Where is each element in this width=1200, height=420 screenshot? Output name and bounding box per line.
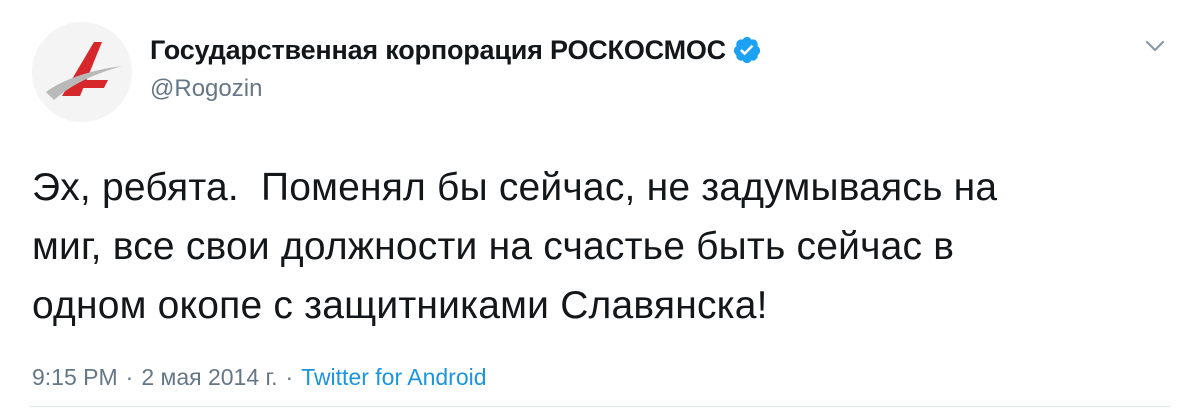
meta-separator: · (285, 364, 294, 390)
tweet-text: Эх, ребята. Поменял бы сейчас, не задумы… (32, 166, 998, 327)
roscosmos-logo-icon (32, 22, 132, 122)
chevron-down-icon[interactable] (1140, 34, 1170, 58)
tweet-time[interactable]: 9:15 PM (32, 364, 118, 390)
meta-separator: · (125, 364, 134, 390)
tweet-header: Государственная корпорация РОСКОСМОС @Ro… (150, 30, 1110, 106)
tweet-date[interactable]: 2 мая 2014 г. (141, 364, 277, 390)
verified-badge-icon (733, 36, 761, 64)
tweet-card: Государственная корпорация РОСКОСМОС @Ro… (0, 0, 1200, 420)
tweet-source-link[interactable]: Twitter for Android (301, 364, 486, 390)
avatar[interactable] (32, 22, 132, 122)
name-row: Государственная корпорация РОСКОСМОС (150, 30, 1110, 70)
user-handle[interactable]: @Rogozin (150, 72, 1110, 106)
divider (30, 406, 1170, 407)
tweet-meta: 9:15 PM · 2 мая 2014 г. · Twitter for Androi… (32, 364, 487, 391)
display-name[interactable]: Государственная корпорация РОСКОСМОС (150, 35, 726, 66)
